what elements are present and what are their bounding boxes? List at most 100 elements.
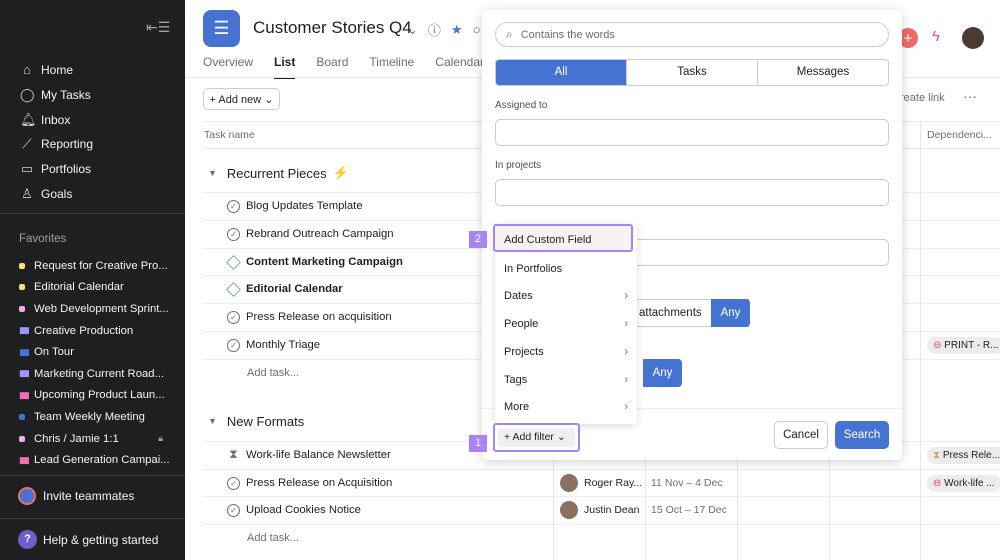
avatar[interactable] (962, 27, 984, 49)
section-header[interactable]: ▼ New Formats (208, 414, 304, 429)
favorite-item[interactable]: ▮▮▮ Creative Production (0, 320, 185, 342)
help-button[interactable]: ? Help & getting started (18, 530, 158, 549)
status-icon[interactable]: ○ (473, 22, 481, 37)
callout-badge-2: 2 (469, 231, 487, 248)
menu-item-tags[interactable]: Tags › (495, 366, 637, 394)
caret-down-icon[interactable]: ▼ (208, 168, 217, 178)
tab-timeline[interactable]: Timeline (369, 55, 414, 79)
check-circle-icon[interactable]: ✓ (227, 339, 240, 352)
portfolio-bars-icon: ▮▮▮ (19, 389, 30, 400)
sidebar-item-portfolios[interactable]: ▭ Portfolios (0, 157, 185, 182)
any-attachments-button[interactable]: Any (711, 299, 750, 327)
menu-item-in-portfolios[interactable]: In Portfolios (495, 255, 637, 283)
dependency-chip[interactable]: ⊖ Work-life ... (927, 474, 1000, 492)
add-task-button[interactable]: Add task... (247, 367, 299, 379)
task-name[interactable]: Monthly Triage (246, 339, 320, 351)
tab-calendar[interactable]: Calendar (435, 55, 484, 79)
sidebar-item-my-tasks[interactable]: ◯ My Tasks (0, 83, 185, 108)
task-name[interactable]: Rebrand Outreach Campaign (246, 228, 394, 240)
favorite-item[interactable]: ▮▮▮ On Tour (0, 341, 185, 363)
search-placeholder: Contains the words (520, 28, 615, 41)
hourglass-icon[interactable]: ⧗ (227, 448, 240, 462)
portfolio-bars-icon: ▮▮▮ (19, 346, 30, 357)
favorite-item[interactable]: Editorial Calendar (0, 277, 185, 299)
scope-messages[interactable]: Messages (758, 60, 888, 85)
check-circle-icon[interactable]: ✓ (227, 476, 240, 490)
project-color-icon (19, 413, 25, 420)
menu-item-label: People (504, 318, 539, 331)
task-name[interactable]: Work-life Balance Newsletter (246, 449, 391, 461)
favorite-item[interactable]: ▮▮▮ Upcoming Product Laun... (0, 385, 185, 407)
sidebar-item-goals[interactable]: ♙ Goals (0, 181, 185, 206)
favorite-item[interactable]: ▮▮▮ Lead Generation Campai... (0, 449, 185, 471)
column-header-task-name[interactable]: Task name (204, 122, 255, 148)
favorite-label: Request for Creative Pro... (34, 259, 168, 272)
in-projects-field[interactable] (495, 179, 889, 206)
info-icon[interactable]: ⓘ (428, 20, 441, 39)
caret-down-icon[interactable]: ▼ (208, 416, 217, 426)
search-input[interactable]: ⌕ Contains the words (495, 22, 889, 47)
favorite-item[interactable]: ▮▮▮ Marketing Current Road... (0, 363, 185, 385)
scope-all[interactable]: All (496, 60, 627, 85)
milestone-icon[interactable] (226, 282, 241, 298)
cancel-button[interactable]: Cancel (774, 421, 828, 449)
collapse-sidebar-icon[interactable]: ⇤☰ (146, 19, 170, 36)
project-color-icon (19, 262, 25, 269)
invite-teammates-button[interactable]: Invite teammates (18, 487, 134, 505)
table-row[interactable]: ✓ Press Release on Acquisition Roger Ray..… (203, 468, 1000, 497)
task-name[interactable]: Upload Cookies Notice (246, 504, 361, 516)
assignee[interactable]: Justin Dean (560, 501, 639, 520)
menu-item-more[interactable]: More › (495, 393, 637, 421)
column-header-dependencies[interactable]: Dependenci... (927, 122, 992, 148)
check-circle-icon[interactable]: ✓ (227, 311, 240, 325)
check-circle-icon[interactable]: ✓ (227, 227, 240, 241)
scope-tasks[interactable]: Tasks (627, 60, 758, 85)
search-button[interactable]: Search (835, 421, 889, 449)
task-name[interactable]: Press Release on Acquisition (246, 477, 392, 489)
section-header[interactable]: ▼ Recurrent Pieces ⚡ (208, 165, 349, 181)
sidebar-item-inbox[interactable]: 🔔︎ Inbox (0, 107, 185, 132)
lock-icon: 🔒︎ (158, 433, 163, 444)
any-button[interactable]: Any (643, 359, 682, 387)
milestone-icon[interactable] (226, 254, 241, 270)
add-task-row: Add task... (203, 524, 1000, 552)
add-task-button[interactable]: Add task... (247, 532, 299, 544)
dependency-label: Press Rele... (942, 449, 1000, 461)
favorite-item[interactable]: Web Development Sprint... (0, 298, 185, 320)
favorite-item[interactable]: Chris / Jamie 1:1 🔒︎ (0, 428, 185, 450)
assignee[interactable]: Roger Ray... (560, 473, 642, 492)
add-filter-button[interactable]: + Add filter ⌄ (493, 423, 580, 452)
due-date[interactable]: 11 Nov – 4 Dec (651, 477, 723, 489)
chevron-down-icon[interactable]: ⌄ (407, 22, 418, 38)
menu-item-people[interactable]: People › (495, 310, 637, 338)
dependency-chip[interactable]: ⊖ PRINT - R... (927, 337, 1000, 354)
star-icon[interactable]: ★ (451, 22, 463, 38)
check-circle-icon[interactable]: ✓ (227, 200, 240, 213)
create-link-button[interactable]: reate link (900, 92, 945, 104)
menu-item-dates[interactable]: Dates › (495, 282, 637, 310)
favorite-item[interactable]: Team Weekly Meeting (0, 406, 185, 428)
add-new-button[interactable]: + Add new ⌄ (203, 88, 280, 110)
table-row[interactable]: ✓ Upload Cookies Notice Justin Dean 15 Oct … (203, 496, 1000, 524)
task-name[interactable]: Blog Updates Template (246, 200, 363, 212)
task-name[interactable]: Editorial Calendar (246, 283, 343, 295)
favorite-label: Upcoming Product Laun... (34, 389, 165, 402)
assigned-to-field[interactable] (495, 119, 889, 146)
tab-board[interactable]: Board (316, 55, 348, 79)
check-circle-icon[interactable]: ✓ (227, 504, 240, 518)
favorite-label: Marketing Current Road... (34, 367, 164, 380)
due-date[interactable]: 15 Oct – 17 Dec (651, 504, 727, 516)
sidebar-item-home[interactable]: ⌂ Home (0, 58, 185, 83)
dependency-chip[interactable]: ⧗ Press Rele... (927, 446, 1000, 464)
dependency-label: PRINT - R... (944, 340, 999, 351)
menu-item-projects[interactable]: Projects › (495, 338, 637, 366)
task-name[interactable]: Content Marketing Campaign (246, 256, 403, 268)
menu-item-add-custom-field[interactable]: Add Custom Field (493, 224, 633, 252)
tab-overview[interactable]: Overview (203, 55, 253, 79)
favorite-item[interactable]: Request for Creative Pro... (0, 255, 185, 277)
more-options-icon[interactable]: ··· (963, 88, 977, 104)
sidebar-item-reporting[interactable]: ⟋ Reporting (0, 132, 185, 157)
task-name[interactable]: Press Release on acquisition (246, 311, 392, 323)
project-title[interactable]: Customer Stories Q4 (253, 18, 412, 38)
tab-list[interactable]: List (274, 55, 296, 79)
